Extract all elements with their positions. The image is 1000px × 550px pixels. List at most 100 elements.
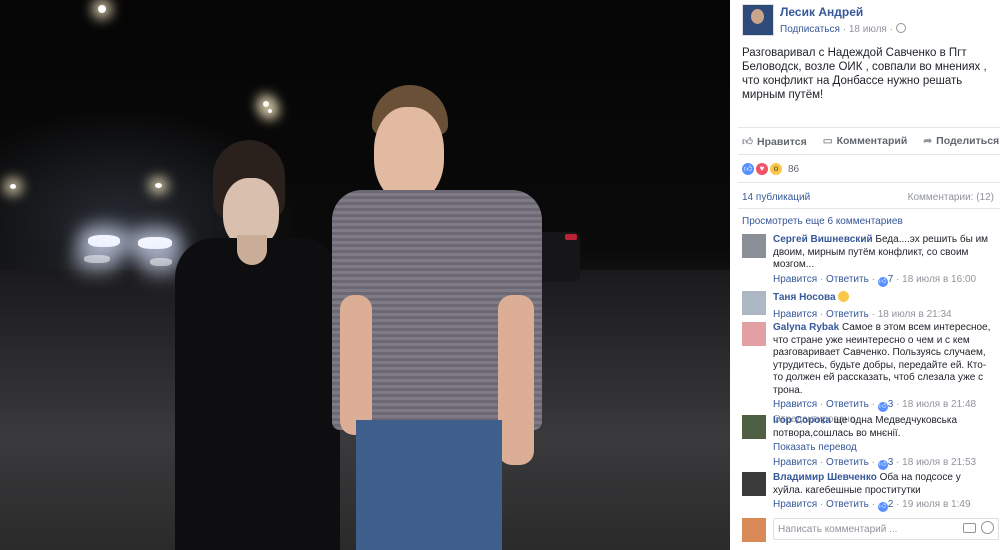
dot-separator: · <box>819 399 824 410</box>
subscribe-link[interactable]: Подписаться <box>780 24 840 35</box>
comment-time[interactable]: 18 июля в 21:48 <box>902 399 976 410</box>
comment-reply-link[interactable]: Ответить <box>826 399 869 410</box>
comment-like-link[interactable]: Нравится <box>773 499 817 510</box>
share-label: Поделиться <box>936 135 1000 147</box>
dot-separator: · <box>871 456 875 468</box>
like-button[interactable]: 👍︎ Нравится <box>742 135 807 148</box>
comment-like-link[interactable]: Нравится <box>773 457 817 468</box>
comment-like-link[interactable]: Нравится <box>773 309 817 320</box>
post-actions: 👍︎ Нравится ▭ Комментарий ➦ Поделиться <box>742 135 999 148</box>
share-button[interactable]: ➦ Поделиться <box>923 135 999 148</box>
like-badge-icon: 👍︎ <box>877 459 888 470</box>
dot-separator: · <box>819 273 824 285</box>
divider <box>738 154 1000 155</box>
woman-body <box>175 238 340 550</box>
show-translation-link[interactable]: Показать перевод <box>773 442 993 455</box>
car-headlight <box>150 258 172 266</box>
commenter-avatar[interactable] <box>742 234 766 258</box>
reactions-summary[interactable]: 👍︎ ♥ o 86 <box>742 163 799 175</box>
dot-separator: · <box>871 499 875 510</box>
camera-icon[interactable] <box>963 523 976 533</box>
globe-icon <box>895 23 906 33</box>
divider <box>738 208 1000 209</box>
share-icon: ➦ <box>923 135 933 147</box>
comment-time[interactable]: 18 июля в 16:00 <box>902 274 976 285</box>
comment-like-count[interactable]: 3 <box>888 457 894 468</box>
like-badge-icon: 👍︎ <box>877 402 888 412</box>
view-more-comments-link[interactable]: Просмотреть еще 6 комментариев <box>742 216 903 227</box>
post-sidebar: Лесик Андрей Подписаться · 18 июля · Раз… <box>730 0 1000 550</box>
dot-separator: · <box>896 499 900 510</box>
wow-reaction-icon: o <box>770 163 782 175</box>
reaction-count: 86 <box>788 163 800 175</box>
man-face <box>374 107 444 202</box>
comment-content: Ігор Сорока ще одна Медведчуковська потв… <box>773 415 993 440</box>
comment-content: Сергей Вишневский Беда....эх решить бы и… <box>773 234 993 272</box>
dot-separator: · <box>889 24 893 35</box>
smile-emoji-icon <box>838 291 850 302</box>
comment-reply-link[interactable]: Ответить <box>826 499 869 510</box>
dot-separator: · <box>842 24 847 35</box>
comment-reply-link[interactable]: Ответить <box>826 309 869 320</box>
car-headlight <box>84 255 110 263</box>
street-light <box>10 184 16 189</box>
author-name[interactable]: Лесик Андрей <box>780 5 863 19</box>
commenter-name[interactable]: Сергей Вишневский <box>773 234 873 245</box>
dot-separator: · <box>871 399 875 410</box>
post-photo[interactable] <box>0 0 730 550</box>
comment-like-link[interactable]: Нравится <box>773 399 817 410</box>
dot-separator: · <box>896 456 900 468</box>
comment-text: Самое в этом всем интересное, что стране… <box>773 322 991 396</box>
post-stats: 14 публикаций Комментарии: (12) <box>742 192 994 203</box>
man-arm-left <box>340 295 372 435</box>
comment-like-link[interactable]: Нравится <box>773 274 817 285</box>
like-badge-icon: 👍︎ <box>877 502 888 512</box>
street-light <box>98 5 106 13</box>
commenter-name[interactable]: Владимир Шевченко <box>773 472 877 483</box>
post-header: Лесик Андрей Подписаться · 18 июля · <box>742 4 992 38</box>
like-reaction-icon: 👍︎ <box>742 163 754 175</box>
commenter-avatar[interactable] <box>742 415 766 439</box>
comment-like-count[interactable]: 3 <box>888 399 894 410</box>
comment-content: Galyna Rybak Самое в этом всем интересно… <box>773 322 993 397</box>
comment-meta: Нравится · Ответить · 👍︎3 · 18 июля в 21… <box>773 399 993 412</box>
commenter-avatar[interactable] <box>742 472 766 496</box>
author-avatar[interactable] <box>742 4 774 36</box>
commenter-name[interactable]: Ігор Сорока <box>773 415 831 426</box>
commenter-avatar[interactable] <box>742 322 766 346</box>
divider <box>738 127 1000 128</box>
commenter-name[interactable]: Galyna Rybak <box>773 322 839 333</box>
commenter-avatar[interactable] <box>742 291 766 315</box>
dot-separator: · <box>871 308 875 320</box>
comments-count[interactable]: Комментарии: (12) <box>908 192 994 203</box>
comment-time[interactable]: 18 июля в 21:34 <box>878 309 952 320</box>
comment-icon: ▭ <box>822 135 833 147</box>
comment-time[interactable]: 18 июля в 21:53 <box>902 457 976 468</box>
like-label: Нравится <box>756 136 807 148</box>
comment-button[interactable]: ▭ Комментарий <box>823 135 908 148</box>
comment-reply-link[interactable]: Ответить <box>826 457 869 468</box>
shares-count-link[interactable]: 14 публикаций <box>742 192 810 203</box>
comment-like-count[interactable]: 2 <box>888 499 894 510</box>
comment-time[interactable]: 19 июля в 1:49 <box>902 499 970 510</box>
dot-separator: · <box>819 308 824 320</box>
street-light <box>263 101 269 107</box>
comment-content: Таня Носова <box>773 291 993 305</box>
street-light <box>268 109 272 113</box>
woman-neck <box>237 235 267 265</box>
thumbs-up-icon: 👍︎ <box>742 136 753 148</box>
commenter-name[interactable]: Таня Носова <box>773 292 836 303</box>
current-user-avatar <box>742 518 766 542</box>
car-taillight <box>565 234 577 240</box>
comment-reply-link[interactable]: Ответить <box>826 274 869 285</box>
dot-separator: · <box>819 456 824 468</box>
comment-meta: Нравится · Ответить · 👍︎7 · 18 июля в 16… <box>773 274 993 287</box>
post-date[interactable]: 18 июля <box>849 24 887 35</box>
dot-separator: · <box>896 399 900 410</box>
car-headlight <box>88 235 120 247</box>
comment-like-count[interactable]: 7 <box>888 274 894 285</box>
emoji-icon[interactable] <box>981 521 994 534</box>
post-text: Разговаривал с Надеждой Савченко в Пгт Б… <box>742 47 987 101</box>
man-arm-right <box>498 295 534 465</box>
comment-composer: Написать комментарий ... <box>742 517 1000 543</box>
